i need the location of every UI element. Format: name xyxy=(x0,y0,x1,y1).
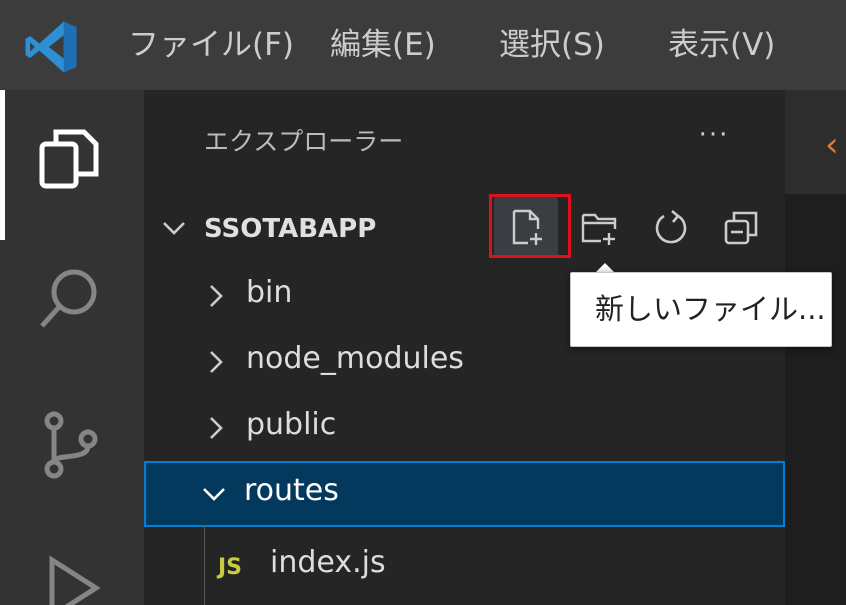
chevron-right-icon xyxy=(210,417,223,439)
refresh-icon xyxy=(655,210,687,244)
chevron-down-icon xyxy=(203,488,225,501)
highlight-frame xyxy=(489,194,571,258)
tree-item-label: index.js xyxy=(270,545,386,580)
menu-edit[interactable]: 編集(E) xyxy=(330,0,436,90)
menu-bar: ファイル(F) 編集(E) 選択(S) 表示(V) xyxy=(0,0,846,90)
tree-item-label: node_modules xyxy=(246,341,464,376)
tree-item-public[interactable]: public xyxy=(144,395,785,461)
chevron-down-icon xyxy=(163,222,185,235)
chevron-right-icon xyxy=(210,285,223,307)
menu-selection[interactable]: 選択(S) xyxy=(499,0,605,90)
tree-item-label: public xyxy=(246,407,337,442)
files-icon[interactable] xyxy=(30,120,110,200)
workspace-title: SSOTABAPP xyxy=(204,214,377,244)
activity-bar xyxy=(0,90,144,605)
more-actions-button[interactable]: ··· xyxy=(689,120,739,150)
source-control-icon[interactable] xyxy=(30,405,110,485)
html-file-icon: ‹ xyxy=(825,125,839,165)
menu-view[interactable]: 表示(V) xyxy=(668,0,775,90)
run-debug-icon[interactable] xyxy=(30,550,110,605)
new-folder-icon xyxy=(581,213,617,245)
collapse-all-button[interactable] xyxy=(708,196,772,258)
new-folder-button[interactable] xyxy=(567,196,631,258)
explorer-sidebar: エクスプローラー ··· SSOTABAPP bin node_modules … xyxy=(144,90,785,605)
vscode-window: ファイル(F) 編集(E) 選択(S) 表示(V) エクスプローラー ··· S… xyxy=(0,0,846,605)
tree-item-label: routes xyxy=(244,473,339,508)
editor-area[interactable] xyxy=(785,194,846,605)
collapse-all-icon xyxy=(724,211,758,245)
vscode-logo-icon[interactable] xyxy=(22,18,80,76)
js-file-icon: JS xyxy=(218,555,243,580)
tree-item-routes[interactable]: routes xyxy=(144,461,785,527)
search-icon[interactable] xyxy=(30,260,110,340)
active-view-marker xyxy=(0,90,5,240)
refresh-button[interactable] xyxy=(638,196,702,258)
editor-tab-bar: ‹ xyxy=(785,90,846,194)
menu-file[interactable]: ファイル(F) xyxy=(128,0,294,90)
new-file-tooltip: 新しいファイル... xyxy=(570,272,832,347)
explorer-title: エクスプローラー xyxy=(204,127,404,156)
chevron-right-icon xyxy=(210,351,223,373)
tree-item-label: bin xyxy=(246,275,293,310)
tree-item-index-js[interactable]: JS index.js xyxy=(144,533,785,599)
